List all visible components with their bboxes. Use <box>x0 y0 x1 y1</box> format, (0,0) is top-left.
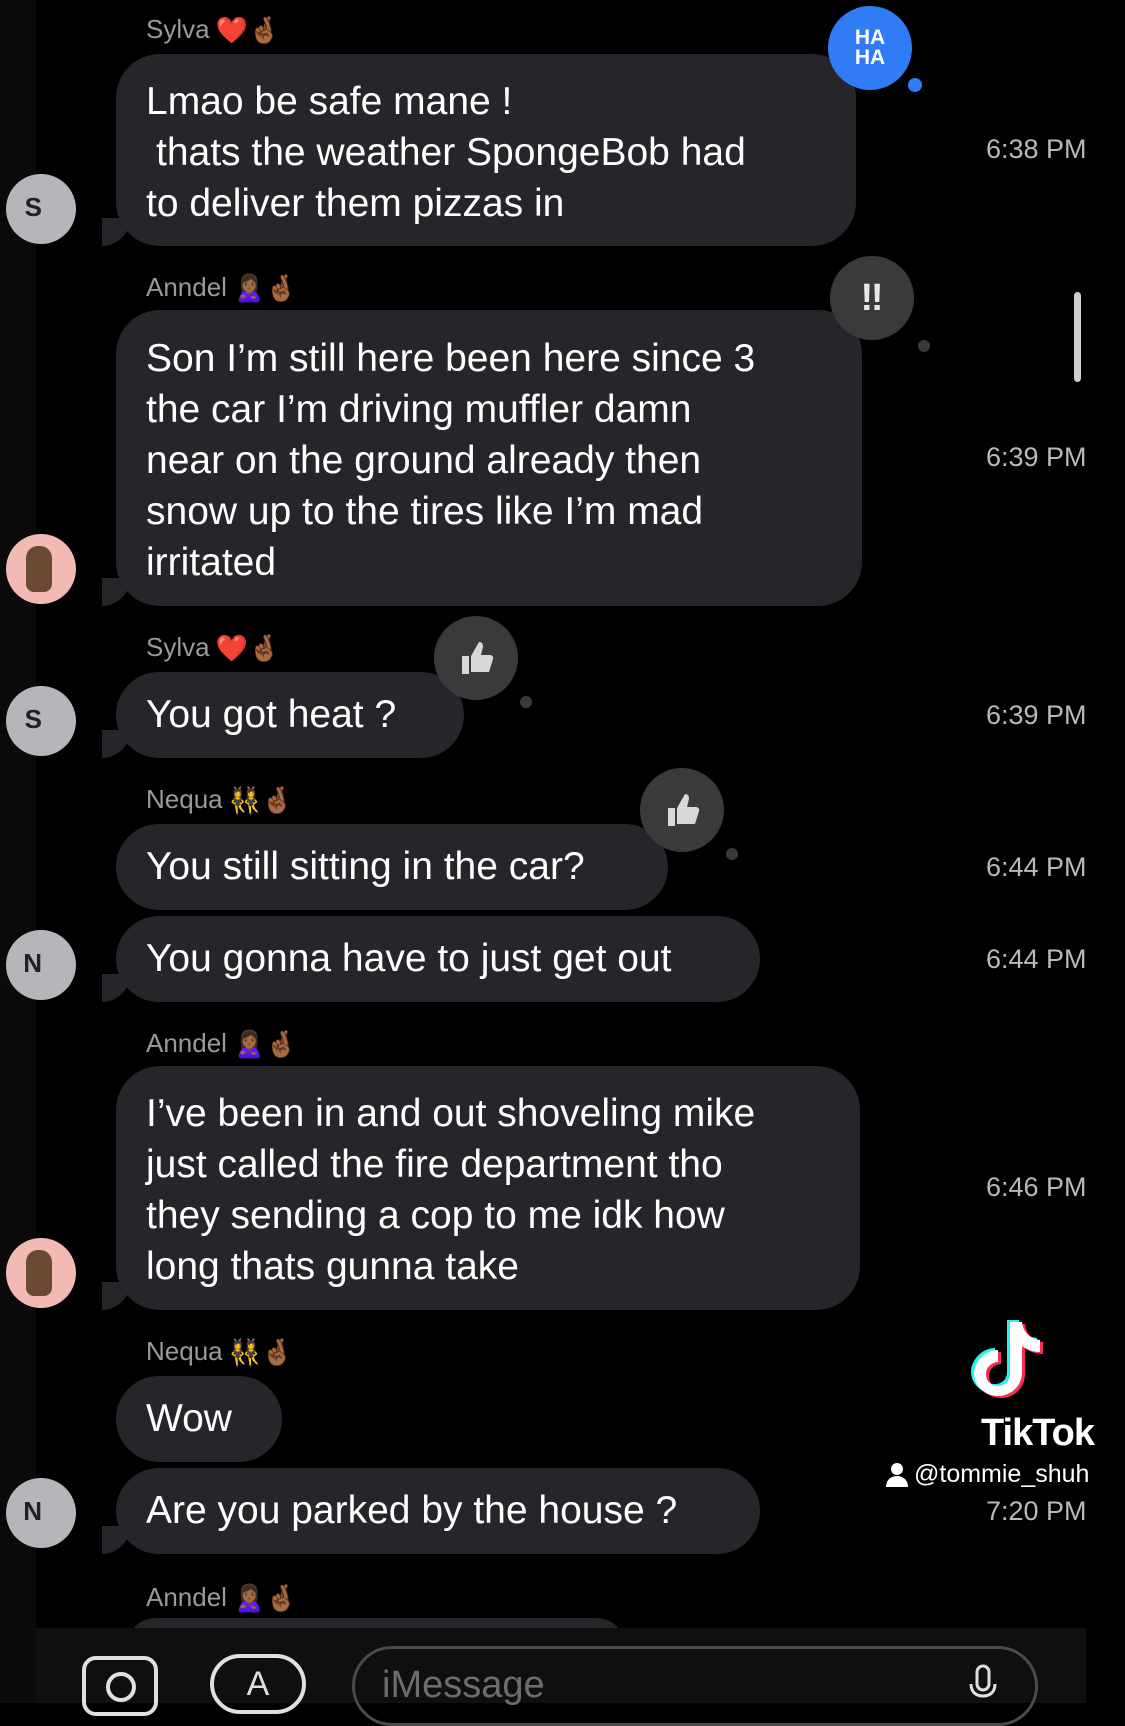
message-time: 6:44 PM <box>986 944 1087 974</box>
sender-emoji: 👯‍♀️🤞🏾 <box>228 1336 294 1367</box>
tapback-dot <box>918 340 930 352</box>
tiktok-wordmark: TikTok <box>981 1412 1095 1454</box>
message-input-placeholder: iMessage <box>382 1664 545 1706</box>
message-bubble[interactable]: You gonna have to just get out <box>116 916 760 1002</box>
avatar[interactable] <box>6 1238 76 1308</box>
microphone-icon[interactable] <box>968 1664 998 1704</box>
message-line: near on the ground already then <box>146 439 702 482</box>
sender-emoji: 👯‍♀️🤞🏾 <box>228 784 294 815</box>
person-icon <box>886 1462 908 1487</box>
sender-emoji: 🙎🏾‍♀️🤞🏾 <box>232 1028 298 1059</box>
like-tapback[interactable] <box>640 768 738 860</box>
sender-emoji: ❤️🤞🏾 <box>215 14 281 45</box>
exclamation-icon: ‼ <box>860 276 884 319</box>
like-tapback[interactable] <box>434 616 532 708</box>
message-bubble[interactable]: Lmao be safe mane ! thats the weather Sp… <box>116 54 856 246</box>
avatar[interactable] <box>6 534 76 604</box>
sender-name: Sylva ❤️🤞🏾 <box>146 632 280 663</box>
sender-label: Anndel <box>146 1582 227 1612</box>
camera-icon[interactable] <box>82 1656 158 1716</box>
avatar-initial: N <box>23 948 42 978</box>
bubble-tail <box>102 578 130 606</box>
bubble-tail <box>102 218 130 246</box>
message-line: they sending a cop to me idk how <box>146 1194 725 1237</box>
avatar[interactable]: S <box>6 174 76 244</box>
avatar[interactable]: N <box>6 1478 76 1548</box>
avatar-face <box>26 1250 52 1296</box>
message-line: I’ve been in and out shoveling mike <box>146 1092 756 1135</box>
avatar[interactable]: S <box>6 686 76 756</box>
avatar-initial: S <box>24 704 42 734</box>
sender-name: Sylva ❤️🤞🏾 <box>146 14 280 45</box>
message-time: 6:39 PM <box>986 442 1087 472</box>
message-time: 6:39 PM <box>986 700 1087 730</box>
app-store-glyph: A <box>246 1664 270 1703</box>
message-bubble[interactable]: You still sitting in the car? <box>116 824 668 910</box>
thumbs-up-icon <box>462 642 494 674</box>
sender-label: Nequa <box>146 1336 223 1366</box>
bubble-tail <box>102 730 130 758</box>
sender-label: Anndel <box>146 1028 227 1058</box>
message-bubble[interactable]: I’ve been in and out shoveling mike just… <box>116 1066 860 1310</box>
creator-handle: @tommie_shuh <box>886 1460 1089 1489</box>
message-time: 7:20 PM <box>986 1496 1087 1526</box>
sender-emoji: 🙎🏾‍♀️🤞🏾 <box>232 1582 298 1613</box>
sender-label: Sylva <box>146 14 210 44</box>
message-line: You got heat ? <box>146 693 397 736</box>
sender-label: Sylva <box>146 632 210 662</box>
camera-lens <box>106 1672 136 1702</box>
app-store-icon[interactable]: A <box>210 1654 306 1714</box>
tiktok-icon <box>971 1320 1043 1398</box>
bubble-tail <box>102 1526 130 1554</box>
emphasis-tapback[interactable]: ‼ <box>830 256 930 352</box>
avatar-face <box>26 546 52 592</box>
tapback-dot <box>726 848 738 860</box>
message-bubble[interactable]: Are you parked by the house ? <box>116 1468 760 1554</box>
message-line: thats the weather SpongeBob had <box>156 131 746 174</box>
sender-label: Anndel <box>146 272 227 302</box>
message-time: 6:46 PM <box>986 1172 1087 1202</box>
message-line: to deliver them pizzas in <box>146 182 565 225</box>
bubble-tail <box>102 1282 130 1310</box>
handle-label: @tommie_shuh <box>914 1460 1090 1488</box>
message-time: 6:44 PM <box>986 852 1087 882</box>
message-line: irritated <box>146 541 277 584</box>
avatar-initial: S <box>24 192 42 222</box>
bubble-tail <box>102 974 130 1002</box>
haha-label: HA HA <box>854 26 886 69</box>
tapback-dot <box>520 696 532 708</box>
tiktok-logo <box>960 1318 1050 1409</box>
mic-glyph <box>969 1664 997 1698</box>
message-line: the car I’m driving muffler damn <box>146 388 692 431</box>
sender-emoji: ❤️🤞🏾 <box>215 632 281 663</box>
message-bubble[interactable]: You got heat ? <box>116 672 464 758</box>
sender-emoji: 🙎🏾‍♀️🤞🏾 <box>232 272 298 303</box>
tapback-dot <box>908 78 922 92</box>
message-line: Wow <box>146 1397 232 1440</box>
message-line: Son I’m still here been here since 3 <box>146 337 756 380</box>
avatar-initial: N <box>23 1496 42 1526</box>
message-time: 6:38 PM <box>986 134 1087 164</box>
message-line: You gonna have to just get out <box>146 937 672 980</box>
sender-name: Nequa 👯‍♀️🤞🏾 <box>146 784 293 815</box>
message-line: long thats gunna take <box>146 1245 519 1288</box>
avatar[interactable]: N <box>6 930 76 1000</box>
left-edge <box>0 0 36 1703</box>
sender-name: Nequa 👯‍♀️🤞🏾 <box>146 1336 293 1367</box>
message-bubble[interactable]: Son I’m still here been here since 3 the… <box>116 310 862 606</box>
thumbs-up-icon <box>668 794 700 826</box>
message-line: Are you parked by the house ? <box>146 1489 678 1532</box>
message-line: Lmao be safe mane ! <box>146 80 513 123</box>
message-line: just called the fire department tho <box>146 1143 723 1186</box>
message-line: You still sitting in the car? <box>146 845 585 888</box>
sender-name: Anndel 🙎🏾‍♀️🤞🏾 <box>146 272 298 303</box>
sender-name: Anndel 🙎🏾‍♀️🤞🏾 <box>146 1028 298 1059</box>
scroll-indicator[interactable] <box>1074 292 1081 382</box>
haha-tapback[interactable]: HA HA <box>828 6 922 92</box>
message-bubble[interactable]: Wow <box>116 1376 282 1462</box>
message-line: snow up to the tires like I’m mad <box>146 490 704 533</box>
sender-name: Anndel 🙎🏾‍♀️🤞🏾 <box>146 1582 298 1613</box>
sender-label: Nequa <box>146 784 223 814</box>
